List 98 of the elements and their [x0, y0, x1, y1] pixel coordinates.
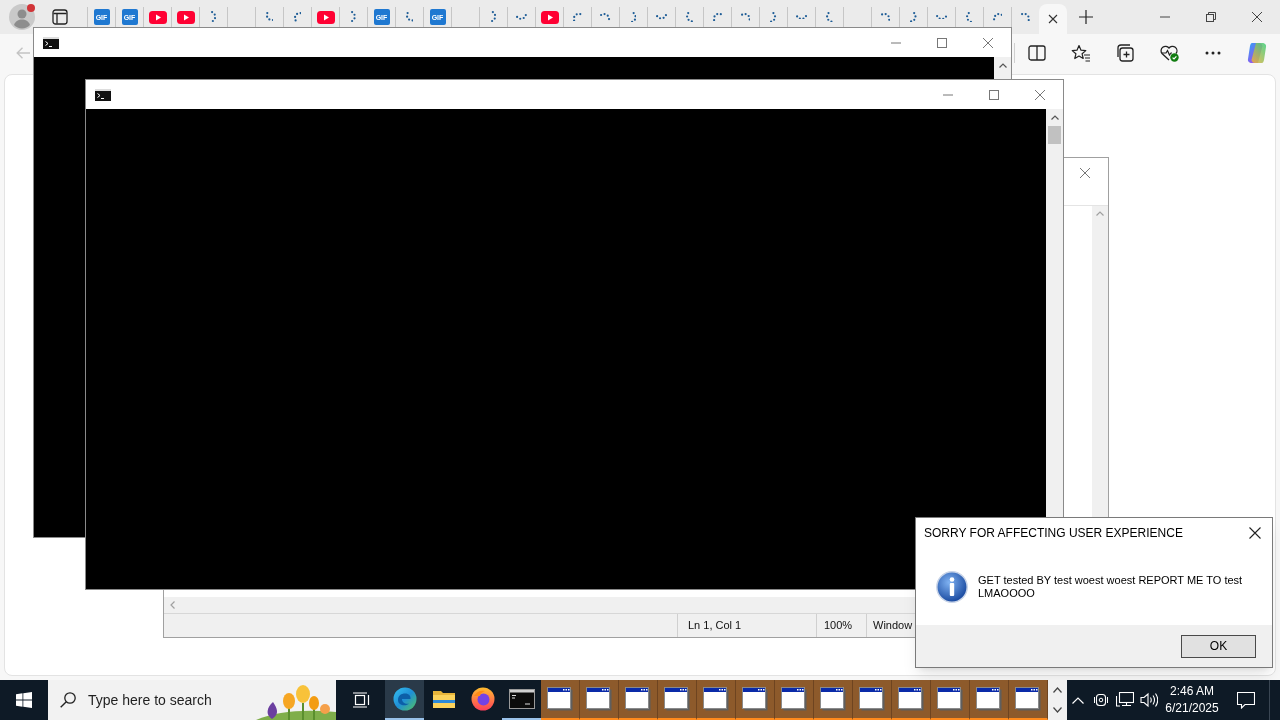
loading-spinner-icon: [713, 12, 722, 22]
maximize-icon[interactable]: [989, 89, 999, 100]
loading-spinner-icon: [910, 11, 917, 23]
volume-icon[interactable]: [1140, 692, 1158, 708]
window-icon[interactable]: [937, 687, 963, 711]
loading-spinner-icon: [1021, 12, 1030, 22]
collections-icon[interactable]: [1116, 44, 1134, 62]
network-icon[interactable]: [1116, 692, 1134, 708]
more-icon[interactable]: [1205, 51, 1221, 55]
window-icon[interactable]: [820, 687, 846, 711]
folder-icon[interactable]: [431, 689, 456, 709]
taskbar-window-button[interactable]: [892, 680, 931, 720]
sidebar-window-icon[interactable]: [52, 9, 68, 25]
scroll-up-icon[interactable]: [998, 63, 1007, 68]
window-icon[interactable]: [664, 687, 690, 711]
loading-spinner-icon: [490, 11, 497, 23]
loading-spinner-icon: [293, 12, 302, 22]
status-text: Ln 1, Col 1: [688, 618, 742, 634]
loading-spinner-icon: [966, 11, 973, 23]
search-input[interactable]: Type here to search: [88, 690, 238, 710]
loading-spinner-icon: [880, 13, 891, 21]
split-screen-icon[interactable]: [1028, 45, 1046, 61]
maximize-icon[interactable]: [937, 37, 947, 48]
window-icon[interactable]: [976, 687, 1002, 711]
scroll-down-icon[interactable]: [1053, 707, 1062, 713]
window-icon[interactable]: [898, 687, 924, 711]
window-icon[interactable]: [625, 687, 651, 711]
heart-check-icon[interactable]: [1159, 44, 1179, 62]
taskbar-window-button[interactable]: [1009, 680, 1048, 720]
loading-spinner-icon: [630, 11, 637, 23]
taskbar-window-button[interactable]: [736, 680, 775, 720]
loading-spinner-icon: [795, 14, 808, 20]
info-icon: [936, 570, 968, 603]
close-icon[interactable]: [1252, 12, 1262, 22]
ok-button[interactable]: OK: [1181, 634, 1256, 658]
loading-spinner-icon: [770, 11, 777, 23]
copilot-icon[interactable]: [1246, 42, 1268, 64]
terminal-icon[interactable]: [508, 689, 535, 709]
search-icon[interactable]: [60, 692, 76, 708]
windows-logo-icon[interactable]: [16, 692, 32, 708]
window-icon[interactable]: [742, 687, 768, 711]
taskbar-window-button[interactable]: [697, 680, 736, 720]
webcam-icon[interactable]: [1094, 692, 1108, 708]
loading-spinner-icon: [210, 11, 217, 23]
taskbar-window-button[interactable]: [853, 680, 892, 720]
scroll-up-icon[interactable]: [1050, 115, 1059, 120]
chevron-up-icon[interactable]: [1072, 696, 1084, 704]
restore-icon[interactable]: [1206, 12, 1216, 22]
loading-spinner-icon: [351, 11, 356, 23]
loading-spinner-icon: [600, 13, 611, 21]
play-logo-icon: [540, 10, 559, 24]
loading-spinner-icon: [405, 12, 414, 22]
clock-date: 6/21/2025: [1165, 700, 1219, 717]
window-icon[interactable]: [547, 687, 573, 711]
window-icon[interactable]: [1015, 687, 1041, 711]
window-icon[interactable]: [586, 687, 612, 711]
fox-browser-icon[interactable]: [470, 687, 495, 711]
taskbar-window-button[interactable]: [619, 680, 658, 720]
taskbar-window-button[interactable]: [580, 680, 619, 720]
loading-spinner-icon: [740, 13, 751, 21]
play-logo-icon: [176, 10, 195, 24]
loading-spinner-icon: [826, 11, 833, 23]
status-text: Window: [873, 618, 913, 634]
loading-spinner-icon: [573, 12, 582, 22]
taskbar-window-button[interactable]: [541, 680, 580, 720]
window-icon[interactable]: [703, 687, 729, 711]
window-icon[interactable]: [859, 687, 885, 711]
dialog-message: GET tested BY test woest woest REPORT ME TO test LMAOOOO: [978, 573, 1244, 600]
loading-spinner-icon: [265, 12, 274, 22]
loading-spinner-icon: [656, 14, 667, 20]
status-text: 100%: [824, 618, 853, 634]
console-icon: [43, 36, 59, 49]
taskbar-window-button[interactable]: [775, 680, 814, 720]
close-icon[interactable]: [1249, 527, 1261, 539]
star-list-icon[interactable]: [1071, 44, 1091, 62]
task-view-icon[interactable]: [351, 692, 370, 708]
clock-time: 2:46 AM: [1170, 683, 1214, 700]
loading-spinner-icon: [516, 14, 527, 20]
play-logo-icon: [148, 10, 167, 24]
window-icon[interactable]: [781, 687, 807, 711]
taskbar-window-button[interactable]: [658, 680, 697, 720]
browser-icon[interactable]: [392, 687, 417, 711]
avatar-icon[interactable]: [9, 4, 35, 30]
search-bar[interactable]: Type here to search: [48, 680, 336, 720]
dialog-title: SORRY FOR AFFECTING USER EXPERIENCE: [923, 525, 1183, 542]
loading-spinner-icon: [992, 13, 1003, 21]
scrollbar-thumb[interactable]: [1048, 126, 1061, 144]
message-bubble-icon[interactable]: [1237, 691, 1255, 709]
scroll-up-icon[interactable]: [1053, 687, 1062, 693]
taskbar-window-button[interactable]: [970, 680, 1009, 720]
taskbar-window-button[interactable]: [931, 680, 970, 720]
loading-spinner-icon: [686, 11, 693, 23]
plus-icon[interactable]: [1079, 10, 1093, 24]
loading-spinner-icon: [935, 14, 948, 20]
play-logo-icon: [316, 10, 335, 24]
console-icon: [95, 88, 111, 101]
taskbar-app-button[interactable]: [385, 680, 424, 720]
taskbar-window-button[interactable]: [814, 680, 853, 720]
